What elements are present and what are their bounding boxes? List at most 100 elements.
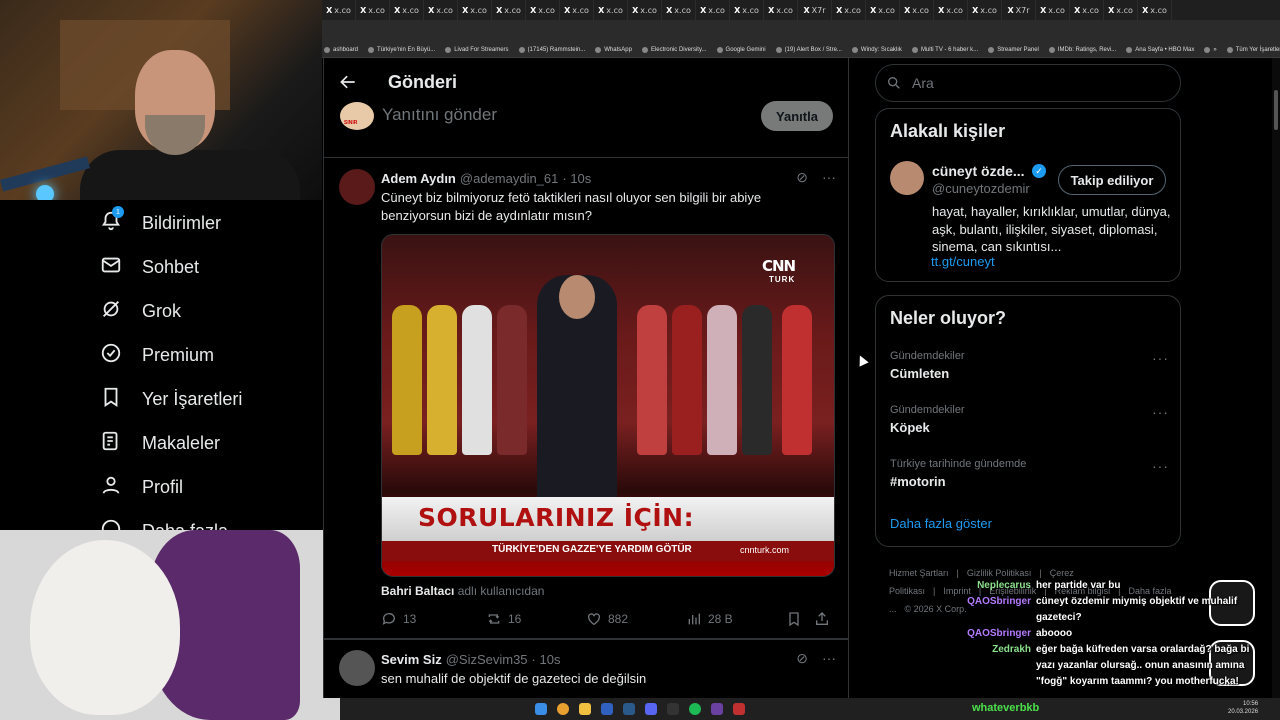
browser-tab[interactable]: Xx.co (424, 0, 458, 20)
browser-tab[interactable]: Xx.co (390, 0, 424, 20)
footer-link[interactable]: Hizmet Şartları (889, 568, 949, 578)
browser-tab[interactable]: Xx.co (1036, 0, 1070, 20)
scrollbar-thumb[interactable] (1274, 90, 1278, 130)
browser-tab[interactable]: Xx.co (764, 0, 798, 20)
bookmark-item[interactable]: Livad For Streamers (445, 46, 509, 53)
bookmark-action[interactable] (786, 611, 814, 627)
views-action[interactable]: 28 B (686, 611, 786, 627)
share-action[interactable] (814, 611, 834, 627)
bookmark-item[interactable]: ashboard (324, 46, 358, 53)
bookmark-item[interactable]: IMDb: Ratings, Revi... (1048, 46, 1116, 53)
bookmark-item[interactable]: (17145) Rammstein... (518, 46, 585, 53)
tweet-time[interactable]: · 10s (562, 171, 591, 186)
more-icon[interactable]: ··· (1152, 404, 1169, 420)
folder-icon[interactable] (579, 703, 591, 715)
back-arrow-icon[interactable] (338, 72, 358, 92)
bookmark-item[interactable]: Windy: Sıcaklık (851, 46, 902, 53)
show-more-link[interactable]: Daha fazla göster (890, 516, 992, 531)
nav-item-articles[interactable]: Makaleler (100, 430, 220, 457)
footer-link[interactable]: Gizlilik Politikası (967, 568, 1032, 578)
following-button[interactable]: Takip ediliyor (1058, 165, 1166, 195)
trend-name[interactable]: Köpek (890, 420, 930, 435)
bookmark-item[interactable]: » (1204, 46, 1217, 53)
browser-tab[interactable]: Xx.co (594, 0, 628, 20)
chrome-icon[interactable] (557, 703, 569, 715)
grok-icon[interactable]: ⊘ (796, 169, 808, 186)
discord-icon[interactable] (645, 703, 657, 715)
nav-item-grok[interactable]: Grok (100, 298, 181, 325)
search-input[interactable]: Ara (875, 64, 1181, 102)
browser-tab[interactable]: Xx.co (628, 0, 662, 20)
person-handle[interactable]: @cuneytozdemir (932, 181, 1030, 196)
bookmark-item[interactable]: (19) Alert Box / Stre... (775, 46, 842, 53)
browser-tab[interactable]: Xx.co (526, 0, 560, 20)
browser-tab[interactable]: X X7r (798, 0, 832, 20)
browser-tab[interactable]: Xx.co (458, 0, 492, 20)
browser-tab[interactable]: Xx.co (560, 0, 594, 20)
attribution-user[interactable]: Bahri Baltacı (381, 584, 454, 598)
more-icon[interactable]: ··· (1152, 350, 1169, 366)
spotify-icon[interactable] (689, 703, 701, 715)
more-icon[interactable]: ··· (1152, 458, 1169, 474)
bookmark-item[interactable]: Tüm Yer İşaretleri (1226, 46, 1280, 53)
tweet-author-handle[interactable]: @SizSevim35 (446, 652, 528, 667)
epic-games-icon[interactable] (667, 703, 679, 715)
bookmark-item[interactable]: WhatsApp (595, 46, 632, 53)
browser-tab[interactable]: Xx.co (696, 0, 730, 20)
bookmark-item[interactable]: Türkiye'nin En Büyü... (368, 46, 435, 53)
footer-link[interactable]: © 2026 X Corp. (905, 604, 967, 614)
nav-item-premium[interactable]: Premium (100, 342, 214, 369)
bookmark-item[interactable]: Streamer Panel (988, 46, 1039, 53)
nav-item-bookmarks[interactable]: Yer İşaretleri (100, 386, 242, 413)
browser-tab[interactable]: Xx.co (1104, 0, 1138, 20)
bookmark-item[interactable]: Ana Sayfa • HBO Max (1126, 46, 1194, 53)
avatar[interactable] (890, 161, 924, 195)
avatar[interactable] (339, 650, 375, 686)
person-name[interactable]: cüneyt özde... (932, 163, 1025, 179)
reply-button[interactable]: Yanıtla (761, 101, 833, 131)
steam-icon[interactable] (623, 703, 635, 715)
browser-tab[interactable]: Xx.co (1138, 0, 1172, 20)
tweet[interactable]: Sevim Siz @SizSevim35 · 10s ⊘ ··· sen mu… (324, 639, 848, 698)
nav-item-profile[interactable]: Profil (100, 474, 183, 501)
tweet-author-name[interactable]: Sevim Siz (381, 652, 442, 667)
bookmark-item[interactable]: Google Gemini (716, 46, 766, 53)
tweet-time[interactable]: · 10s (532, 652, 561, 667)
browser-tab[interactable]: Xx.co (356, 0, 390, 20)
tweet-author-handle[interactable]: @ademaydin_61 (460, 171, 558, 186)
browser-tab[interactable]: Xx.co (832, 0, 866, 20)
bookmark-item[interactable]: Multi TV - 6 haber k... (911, 46, 978, 53)
app-icon[interactable] (601, 703, 613, 715)
more-icon[interactable]: ··· (822, 650, 836, 667)
nav-item-chat[interactable]: Sohbet (100, 254, 199, 281)
reply-input[interactable]: Yanıtını gönder (382, 105, 497, 125)
browser-tab[interactable]: Xx.co (968, 0, 1002, 20)
browser-tab[interactable]: Xx.co (730, 0, 764, 20)
bookmark-item[interactable]: Electronic Diversity... (641, 46, 707, 53)
browser-tab[interactable]: Xx.co (322, 0, 356, 20)
tweet-video[interactable]: CNN TURK SORULARINIZ İÇİN: TÜRKİYE'DEN G… (381, 234, 835, 577)
scrollbar[interactable] (1272, 58, 1280, 698)
more-icon[interactable]: ··· (822, 169, 836, 186)
windows-start-icon[interactable] (535, 703, 547, 715)
tweet-author-name[interactable]: Adem Aydın (381, 171, 456, 186)
browser-tab[interactable]: Xx.co (662, 0, 696, 20)
browser-tab[interactable]: Xx.co (492, 0, 526, 20)
trends-card: Neler oluyor? Gündemdekiler Cümleten ···… (875, 295, 1181, 547)
browser-tab[interactable]: X X7r (1002, 0, 1036, 20)
like-action[interactable]: 882 (586, 611, 686, 627)
browser-tab[interactable]: Xx.co (866, 0, 900, 20)
nav-item-notifications[interactable]: 1 Bildirimler (100, 206, 221, 237)
browser-tab[interactable]: Xx.co (900, 0, 934, 20)
person-link[interactable]: tt.gt/cuneyt (931, 254, 995, 269)
grok-icon[interactable]: ⊘ (796, 650, 808, 667)
browser-tab[interactable]: Xx.co (934, 0, 968, 20)
browser-tab[interactable]: Xx.co (1070, 0, 1104, 20)
repost-action[interactable]: 16 (486, 611, 586, 627)
app-icon[interactable] (711, 703, 723, 715)
trend-name[interactable]: #motorin (890, 474, 946, 489)
trend-name[interactable]: Cümleten (890, 366, 949, 381)
app-icon[interactable] (733, 703, 745, 715)
reply-action[interactable]: 13 (381, 611, 486, 627)
avatar[interactable] (339, 169, 375, 205)
